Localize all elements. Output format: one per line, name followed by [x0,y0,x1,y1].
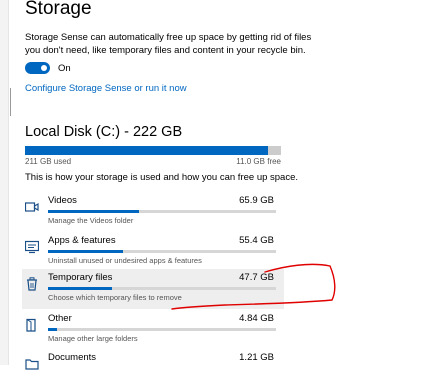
storage-howto-text: This is how your storage is used and how… [25,172,299,183]
category-name: Documents [48,352,97,363]
category-name: Other [48,313,72,324]
disk-free-label: 11.0 GB free [236,157,281,166]
folder-icon [25,359,39,370]
disk-title: Local Disk (C:) - 222 GB [25,124,183,140]
sidebar-edge [0,0,9,365]
storage-sense-description: Storage Sense can automatically free up … [25,32,312,56]
category-name: Apps & features [48,235,116,246]
trash-icon [27,277,37,291]
category-size: 47.7 GB [239,272,274,283]
category-name: Temporary files [48,272,113,283]
category-temporary-files[interactable]: Temporary files 47.7 GB Choose which tem… [22,269,284,309]
category-other[interactable]: Other 4.84 GB Manage other large folders [22,310,284,350]
category-usage-bar [48,210,276,213]
category-size: 55.4 GB [239,235,274,246]
toggle-state-label: On [58,63,71,74]
category-name: Videos [48,195,77,206]
disk-usage-fill [25,146,269,155]
category-size: 65.9 GB [239,195,274,206]
disk-usage-bar [25,146,281,155]
category-subtitle: Uninstall unused or undesired apps & fea… [48,256,202,265]
category-subtitle: Manage the Videos folder [48,216,134,225]
disk-used-label: 211 GB used [25,157,72,166]
category-size: 1.21 GB [239,352,274,363]
storage-sense-toggle[interactable] [25,62,50,74]
apps-icon [25,240,39,254]
category-usage-bar [48,250,276,253]
category-subtitle: Manage other large folders [48,334,138,343]
category-usage-fill [48,328,58,331]
sidebar-divider [10,88,11,116]
category-size: 4.84 GB [239,313,274,324]
category-videos[interactable]: Videos 65.9 GB Manage the Videos folder [22,192,284,232]
category-documents[interactable]: Documents 1.21 GB [22,349,284,389]
category-usage-fill [48,250,124,253]
toggle-knob [41,65,47,71]
configure-storage-sense-link[interactable]: Configure Storage Sense or run it now [25,83,187,94]
category-subtitle: Choose which temporary files to remove [48,293,182,302]
page-title: Storage [25,0,92,19]
category-usage-bar [48,287,276,290]
category-usage-fill [48,287,112,290]
category-usage-bar [48,328,276,331]
category-apps-features[interactable]: Apps & features 55.4 GB Uninstall unused… [22,232,284,272]
category-usage-fill [48,210,140,213]
video-icon [25,202,39,212]
other-icon [26,318,36,332]
